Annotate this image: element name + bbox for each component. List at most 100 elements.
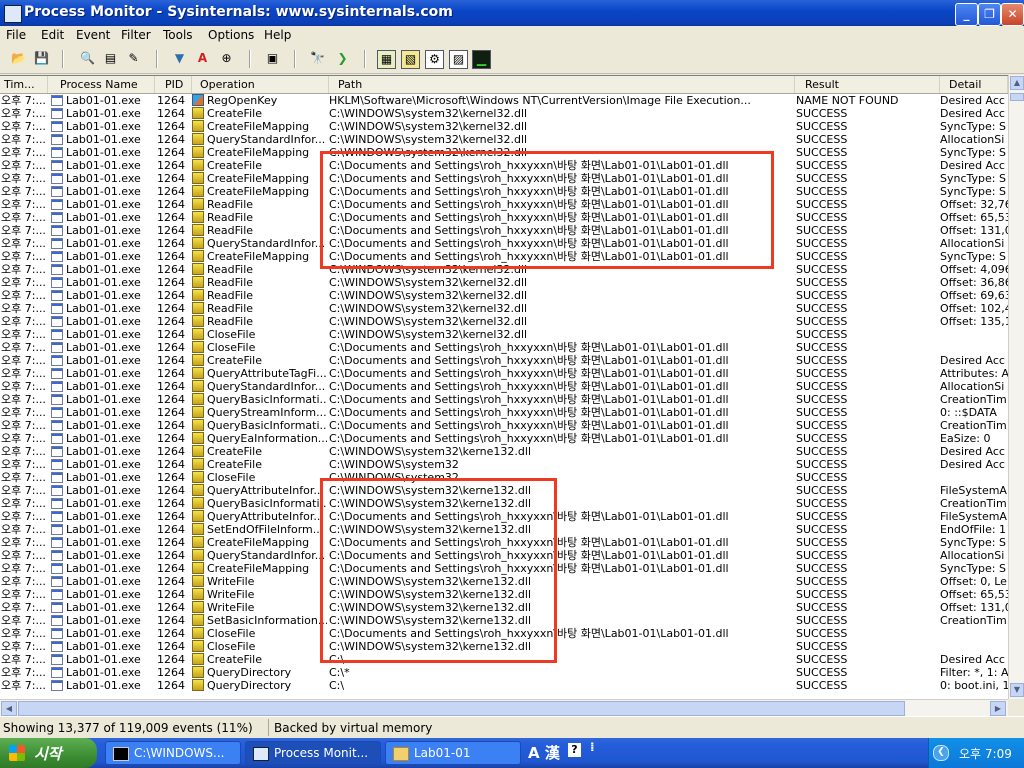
clear-icon[interactable]: ✎ — [125, 50, 142, 67]
table-row[interactable]: 오후 7:... Lab01-01.exe 1264 CloseFile C:\Docu… — [0, 627, 1008, 640]
target-icon[interactable]: ⊕ — [218, 50, 235, 67]
start-button[interactable]: 시작 — [0, 738, 97, 768]
table-row[interactable]: 오후 7:... Lab01-01.exe 1264 ReadFile C:\WINDO… — [0, 302, 1008, 315]
column-result[interactable]: Result — [795, 76, 940, 93]
table-row[interactable]: 오후 7:... Lab01-01.exe 1264 SetBasicInformat… — [0, 614, 1008, 627]
table-row[interactable]: 오후 7:... Lab01-01.exe 1264 ReadFile C:\WINDO… — [0, 276, 1008, 289]
cell-time: 오후 7:... — [1, 575, 45, 588]
minimize-button[interactable]: _ — [955, 3, 978, 26]
close-button[interactable]: ✕ — [1001, 3, 1024, 26]
profiling-icon[interactable]: ▁ — [472, 50, 491, 69]
column-operation[interactable]: Operation — [192, 76, 329, 93]
table-row[interactable]: 오후 7:... Lab01-01.exe 1264 ReadFile C:\WINDO… — [0, 263, 1008, 276]
task-folder[interactable]: Lab01-01 — [385, 741, 521, 765]
table-row[interactable]: 오후 7:... Lab01-01.exe 1264 QueryAttributeIn… — [0, 510, 1008, 523]
open-icon[interactable]: 📂 — [10, 50, 27, 67]
table-row[interactable]: 오후 7:... Lab01-01.exe 1264 CreateFileMappin… — [0, 185, 1008, 198]
vertical-scrollbar[interactable]: ▲ ▼ — [1008, 75, 1024, 699]
table-row[interactable]: 오후 7:... Lab01-01.exe 1264 CreateFile C:\WIN… — [0, 445, 1008, 458]
menu-tools[interactable]: Tools — [163, 28, 193, 42]
table-row[interactable]: 오후 7:... Lab01-01.exe 1264 ReadFile C:\WINDO… — [0, 315, 1008, 328]
column-detail[interactable]: Detail — [940, 76, 1008, 93]
column-process-name[interactable]: Process Name — [48, 76, 155, 93]
menu-file[interactable]: File — [6, 28, 26, 42]
horizontal-scrollbar[interactable]: ◀ ▶ — [0, 699, 1008, 717]
magnify-icon[interactable]: 🔍 — [79, 50, 96, 67]
table-row[interactable]: 오후 7:... Lab01-01.exe 1264 CreateFileMappin… — [0, 536, 1008, 549]
table-row[interactable]: 오후 7:... Lab01-01.exe 1264 QueryStandardInf… — [0, 237, 1008, 250]
table-row[interactable]: 오후 7:... Lab01-01.exe 1264 QueryAttributeIn… — [0, 484, 1008, 497]
table-row[interactable]: 오후 7:... Lab01-01.exe 1264 CreateFileMappin… — [0, 172, 1008, 185]
file-activity-icon[interactable]: ▧ — [401, 50, 420, 69]
menu-help[interactable]: Help — [264, 28, 291, 42]
highlight-icon[interactable]: A — [194, 50, 211, 67]
table-row[interactable]: 오후 7:... Lab01-01.exe 1264 CloseFile C:\WIND… — [0, 471, 1008, 484]
scroll-down-button[interactable]: ▼ — [1010, 683, 1024, 697]
tree-icon[interactable]: ❯ — [334, 50, 351, 67]
ime-help-icon[interactable]: ? — [568, 743, 581, 757]
ime-toolbar[interactable]: A 漢 ? ⁞ — [528, 740, 595, 763]
table-row[interactable]: 오후 7:... Lab01-01.exe 1264 CreateFileMappin… — [0, 250, 1008, 263]
ime-mode[interactable]: A 漢 — [528, 744, 560, 762]
menu-edit[interactable]: Edit — [41, 28, 64, 42]
network-activity-icon[interactable]: ⚙ — [425, 50, 444, 69]
table-row[interactable]: 오후 7:... Lab01-01.exe 1264 QueryDirectory C:… — [0, 679, 1008, 692]
table-row[interactable]: 오후 7:... Lab01-01.exe 1264 CreateFileMappin… — [0, 146, 1008, 159]
table-row[interactable]: 오후 7:... Lab01-01.exe 1264 ReadFile C:\Docum… — [0, 211, 1008, 224]
menu-options[interactable]: Options — [208, 28, 254, 42]
table-row[interactable]: 오후 7:... Lab01-01.exe 1264 QueryStandardInf… — [0, 133, 1008, 146]
maximize-button[interactable]: ❐ — [978, 3, 1001, 26]
table-row[interactable]: 오후 7:... Lab01-01.exe 1264 QueryBasicInform… — [0, 419, 1008, 432]
table-row[interactable]: 오후 7:... Lab01-01.exe 1264 CreateFileMappin… — [0, 562, 1008, 575]
table-row[interactable]: 오후 7:... Lab01-01.exe 1264 CloseFile C:\WIND… — [0, 328, 1008, 341]
table-row[interactable]: 오후 7:... Lab01-01.exe 1264 CreateFile C:\WIN… — [0, 458, 1008, 471]
table-row[interactable]: 오후 7:... Lab01-01.exe 1264 WriteFile C:\WIND… — [0, 575, 1008, 588]
table-row[interactable]: 오후 7:... Lab01-01.exe 1264 CloseFile C:\WIND… — [0, 640, 1008, 653]
table-row[interactable]: 오후 7:... Lab01-01.exe 1264 QueryStreamInfor… — [0, 406, 1008, 419]
save-icon[interactable]: 💾 — [33, 50, 50, 67]
column-time[interactable]: Tim... — [0, 76, 48, 93]
table-row[interactable]: 오후 7:... Lab01-01.exe 1264 QueryStandardInf… — [0, 380, 1008, 393]
hscroll-thumb[interactable] — [18, 701, 905, 716]
scroll-up-button[interactable]: ▲ — [1010, 76, 1024, 90]
table-row[interactable]: 오후 7:... Lab01-01.exe 1264 SetEndOfFileInfo… — [0, 523, 1008, 536]
table-row[interactable]: 오후 7:... Lab01-01.exe 1264 QueryEaInformati… — [0, 432, 1008, 445]
table-row[interactable]: 오후 7:... Lab01-01.exe 1264 WriteFile C:\WIND… — [0, 601, 1008, 614]
table-row[interactable]: 오후 7:... Lab01-01.exe 1264 QueryStandardInf… — [0, 549, 1008, 562]
column-pid[interactable]: PID — [155, 76, 192, 93]
table-row[interactable]: 오후 7:... Lab01-01.exe 1264 CreateFile C:\Doc… — [0, 159, 1008, 172]
title-bar[interactable]: Process Monitor - Sysinternals: www.sysi… — [0, 0, 1024, 26]
table-row[interactable]: 오후 7:... Lab01-01.exe 1264 CreateFileMappin… — [0, 120, 1008, 133]
table-row[interactable]: 오후 7:... Lab01-01.exe 1264 QueryAttributeTa… — [0, 367, 1008, 380]
jump-icon[interactable]: ▣ — [264, 50, 281, 67]
clock[interactable]: 오후 7:09 — [959, 745, 1012, 762]
table-row[interactable]: 오후 7:... Lab01-01.exe 1264 ReadFile C:\WINDO… — [0, 289, 1008, 302]
table-row[interactable]: 오후 7:... Lab01-01.exe 1264 WriteFile C:\WIND… — [0, 588, 1008, 601]
table-row[interactable]: 오후 7:... Lab01-01.exe 1264 CreateFile C:\ SUC… — [0, 653, 1008, 666]
menu-event[interactable]: Event — [76, 28, 110, 42]
filter-icon[interactable]: ▼ — [171, 50, 188, 67]
task-cmd[interactable]: C:\WINDOWS... — [105, 741, 241, 765]
scroll-left-button[interactable]: ◀ — [1, 701, 17, 716]
tray-expand-icon[interactable]: ❮ — [933, 745, 949, 761]
registry-activity-icon[interactable]: ▦ — [377, 50, 396, 69]
table-row[interactable]: 오후 7:... Lab01-01.exe 1264 QueryDirectory C:… — [0, 666, 1008, 679]
table-row[interactable]: 오후 7:... Lab01-01.exe 1264 ReadFile C:\Docum… — [0, 198, 1008, 211]
table-row[interactable]: 오후 7:... Lab01-01.exe 1264 RegOpenKey HKLM\S… — [0, 94, 1008, 107]
table-row[interactable]: 오후 7:... Lab01-01.exe 1264 ReadFile C:\Docum… — [0, 224, 1008, 237]
table-row[interactable]: 오후 7:... Lab01-01.exe 1264 QueryBasicInform… — [0, 393, 1008, 406]
table-row[interactable]: 오후 7:... Lab01-01.exe 1264 CreateFile C:\WIN… — [0, 107, 1008, 120]
process-activity-icon[interactable]: ▨ — [449, 50, 468, 69]
event-list[interactable]: Tim... Process Name PID Operation Path R… — [0, 75, 1008, 700]
menu-filter[interactable]: Filter — [121, 28, 151, 42]
table-row[interactable]: 오후 7:... Lab01-01.exe 1264 CloseFile C:\Docu… — [0, 341, 1008, 354]
task-process-monitor[interactable]: Process Monit... — [245, 741, 381, 765]
column-path[interactable]: Path — [329, 76, 795, 93]
scroll-right-button[interactable]: ▶ — [990, 701, 1006, 716]
table-row[interactable]: 오후 7:... Lab01-01.exe 1264 QueryBasicInform… — [0, 497, 1008, 510]
ime-options-icon[interactable]: ⁞ — [590, 740, 595, 754]
find-icon[interactable]: 🔭 — [309, 50, 326, 67]
table-row[interactable]: 오후 7:... Lab01-01.exe 1264 CreateFile C:\Doc… — [0, 354, 1008, 367]
scroll-thumb[interactable] — [1010, 93, 1024, 101]
autoscroll-icon[interactable]: ▤ — [102, 50, 119, 67]
